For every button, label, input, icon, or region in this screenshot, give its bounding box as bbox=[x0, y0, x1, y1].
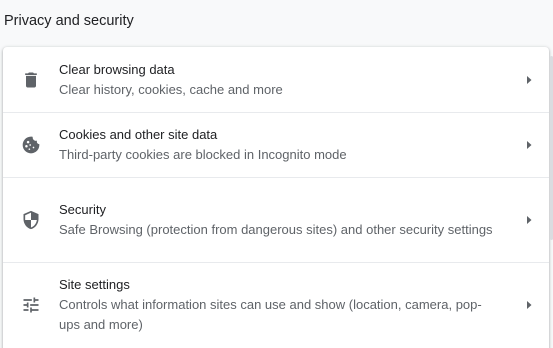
chevron-right-icon[interactable] bbox=[509, 74, 549, 86]
trash-icon bbox=[3, 70, 59, 90]
site-settings-row[interactable]: Site settings Controls what information … bbox=[3, 262, 549, 347]
row-sublabel: Clear history, cookies, cache and more bbox=[59, 81, 283, 97]
cookie-icon bbox=[3, 135, 59, 155]
row-text: Site settings Controls what information … bbox=[59, 275, 509, 335]
chevron-right-icon[interactable] bbox=[509, 299, 549, 311]
settings-card: Clear browsing data Clear history, cooki… bbox=[3, 47, 549, 348]
chevron-right-icon[interactable] bbox=[509, 139, 549, 151]
row-text: Clear browsing data Clear history, cooki… bbox=[59, 60, 509, 100]
row-text: Security Safe Browsing (protection from … bbox=[59, 200, 509, 240]
cookies-site-data-row[interactable]: Cookies and other site data Third-party … bbox=[3, 112, 549, 177]
chevron-right-icon[interactable] bbox=[509, 214, 549, 226]
clear-browsing-data-row[interactable]: Clear browsing data Clear history, cooki… bbox=[3, 47, 549, 112]
row-text: Cookies and other site data Third-party … bbox=[59, 125, 509, 165]
row-sublabel: Controls what information sites can use … bbox=[59, 297, 482, 332]
row-label: Site settings bbox=[59, 277, 130, 292]
row-sublabel: Third-party cookies are blocked in Incog… bbox=[59, 147, 347, 162]
section-title: Privacy and security bbox=[4, 13, 134, 29]
privacy-security-page: Privacy and security Clear browsing data… bbox=[0, 0, 553, 348]
row-label: Security bbox=[59, 202, 106, 217]
shield-icon bbox=[3, 210, 59, 230]
row-label: Cookies and other site data bbox=[59, 127, 218, 142]
tune-sliders-icon bbox=[3, 295, 59, 315]
row-label: Clear browsing data bbox=[59, 61, 175, 77]
security-row[interactable]: Security Safe Browsing (protection from … bbox=[3, 177, 549, 262]
row-sublabel: Safe Browsing (protection from dangerous… bbox=[59, 222, 493, 237]
